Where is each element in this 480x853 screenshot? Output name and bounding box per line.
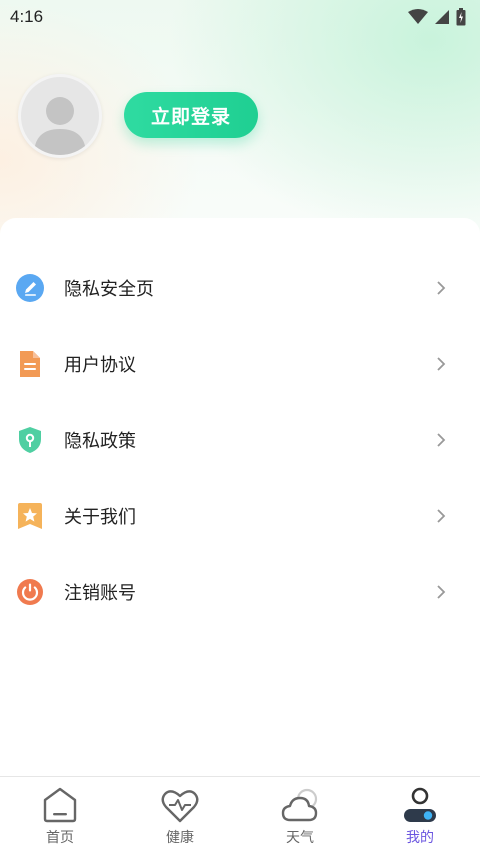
nav-health-label: 健康: [166, 830, 194, 846]
nav-mine[interactable]: 我的: [360, 777, 480, 853]
chevron-right-icon: [437, 281, 446, 295]
chevron-right-icon: [437, 585, 446, 599]
menu-item-label: 注销账号: [64, 583, 136, 604]
nav-weather-label: 天气: [286, 830, 314, 846]
status-bar: 4:16: [0, 0, 480, 34]
menu-item-label: 隐私政策: [64, 431, 136, 452]
menu-item-label: 用户协议: [64, 355, 136, 376]
wifi-icon: [408, 9, 428, 24]
chevron-right-icon: [437, 433, 446, 447]
menu-item-label: 关于我们: [64, 507, 136, 528]
avatar[interactable]: [18, 74, 102, 158]
edit-icon: [16, 274, 44, 302]
battery-icon: [456, 8, 466, 26]
star-badge-icon: [16, 502, 44, 530]
menu-item-user-agreement[interactable]: 用户协议: [0, 326, 480, 402]
chevron-right-icon: [437, 357, 446, 371]
shield-icon: [16, 426, 44, 454]
status-icons: [408, 8, 466, 26]
signal-icon: [435, 10, 449, 24]
nav-home[interactable]: 首页: [0, 777, 120, 853]
profile-icon: [400, 785, 440, 825]
menu-item-privacy-policy[interactable]: 隐私政策: [0, 402, 480, 478]
nav-health[interactable]: 健康: [120, 777, 240, 853]
bottom-nav: 首页 健康 天气 我的: [0, 776, 480, 853]
nav-weather[interactable]: 天气: [240, 777, 360, 853]
login-button[interactable]: 立即登录: [124, 92, 258, 138]
status-time: 4:16: [10, 7, 44, 26]
nav-home-label: 首页: [46, 830, 74, 846]
heart-pulse-icon: [160, 785, 200, 825]
menu-item-about-us[interactable]: 关于我们: [0, 478, 480, 554]
menu-item-delete-account[interactable]: 注销账号: [0, 554, 480, 630]
power-icon: [16, 578, 44, 606]
home-icon: [40, 785, 80, 825]
menu-item-privacy-security[interactable]: 隐私安全页: [0, 250, 480, 326]
nav-mine-label: 我的: [406, 830, 434, 846]
document-icon: [16, 350, 44, 378]
chevron-right-icon: [437, 509, 446, 523]
cloud-icon: [280, 785, 320, 825]
menu-card: 隐私安全页 用户协议 隐私政策 关于我们 注销账号: [0, 218, 480, 778]
menu-item-label: 隐私安全页: [64, 279, 154, 300]
default-avatar-icon: [34, 97, 86, 155]
